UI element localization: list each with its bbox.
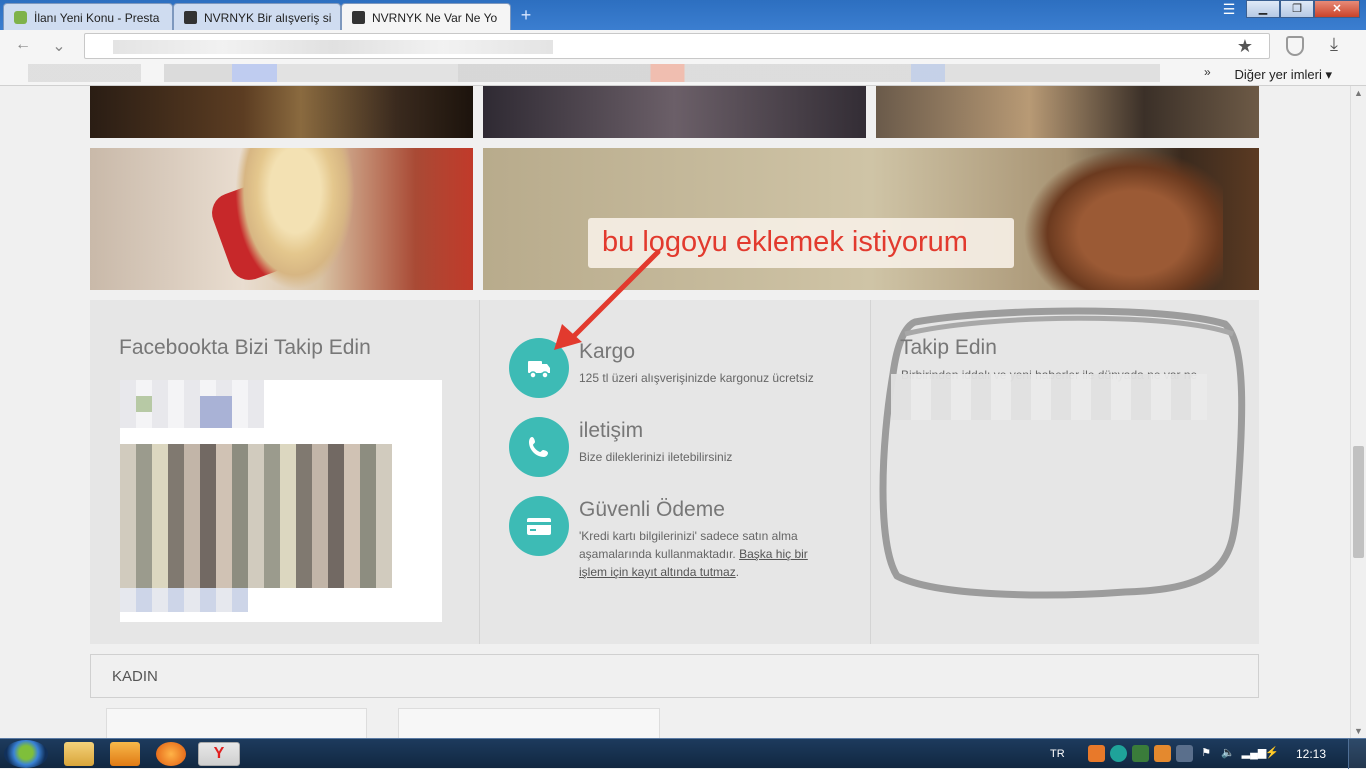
tab-title: İlanı Yeni Konu - Presta [34, 11, 160, 25]
scrollbar-thumb[interactable] [1353, 446, 1364, 558]
tab-presta[interactable]: İlanı Yeni Konu - Presta [3, 3, 173, 30]
show-desktop-button[interactable] [1348, 739, 1366, 769]
facebook-widget[interactable] [120, 380, 442, 622]
app-tray-icon[interactable] [1153, 745, 1171, 762]
banner-image-woman[interactable] [90, 148, 473, 290]
tab-nvrnyk-1[interactable]: NVRNYK Bir alışveriş si [173, 3, 341, 30]
annotation-arrow-icon [554, 249, 661, 350]
credit-card-icon [509, 496, 569, 556]
product-card[interactable] [398, 708, 660, 738]
maximize-button[interactable]: ❐ [1280, 0, 1314, 18]
other-bookmarks-button[interactable]: Diğer yer imleri ▾ [1234, 67, 1332, 83]
bookmarks-bar: » Diğer yer imleri ▾ [0, 62, 1366, 86]
back-icon[interactable]: ← [12, 36, 34, 54]
banner-image[interactable] [876, 86, 1259, 138]
blurred-friends-grid [120, 444, 392, 588]
clock[interactable]: 12:13 [1296, 747, 1326, 761]
minimize-button[interactable]: ▁ [1246, 0, 1280, 18]
feature-text-suffix: . [735, 565, 740, 579]
page-viewport: Facebookta Bizi Takip Edin Kargo 125 tl … [0, 86, 1350, 738]
banner-image[interactable] [483, 86, 866, 138]
features-column: Kargo 125 tl üzeri alışverişinizde kargo… [480, 300, 1246, 644]
close-button[interactable]: ✕ [1314, 0, 1360, 18]
feature-text: Bize dileklerinizi iletebilirsiniz [579, 450, 733, 464]
banner-figure [1023, 148, 1223, 290]
browser-toolbar: ← ⌄ ★ ⤓ [0, 30, 1366, 62]
network-sync-icon[interactable] [1131, 745, 1149, 762]
category-header-kadin[interactable]: KADIN [90, 654, 1259, 698]
banner-figure [235, 148, 355, 290]
yandex-browser-icon[interactable]: Y [198, 742, 240, 766]
windows-taskbar: Y TR ⚑ 🔈 ▂▄▆ ⚡ 12:13 [0, 738, 1366, 769]
system-tray: TR ⚑ 🔈 ▂▄▆ ⚡ [1050, 745, 1281, 762]
address-bar[interactable]: ★ [84, 33, 1270, 59]
power-icon[interactable]: ⚡ [1264, 745, 1281, 762]
facebook-column: Facebookta Bizi Takip Edin [90, 300, 480, 644]
media-player-icon[interactable] [110, 742, 140, 766]
tab-title: NVRNYK Bir alışveriş si [204, 11, 332, 25]
tab-strip: İlanı Yeni Konu - Presta NVRNYK Bir alış… [0, 0, 1366, 30]
nvrnyk-favicon-icon [184, 11, 197, 24]
blurred-pixel [200, 396, 232, 428]
tab-nvrnyk-active[interactable]: NVRNYK Ne Var Ne Yo [341, 3, 511, 30]
nvrnyk-favicon-icon [352, 11, 365, 24]
volume-icon[interactable]: 🔈 [1220, 745, 1237, 762]
xampp-icon[interactable] [1087, 745, 1105, 762]
forward-icon[interactable]: ⌄ [48, 36, 70, 56]
explorer-icon[interactable] [64, 742, 94, 766]
window-controls: ▁ ❐ ✕ [1246, 0, 1360, 18]
feature-text: 125 tl üzeri alışverişinizde kargonuz üc… [579, 371, 814, 385]
blurred-bookmarks [28, 64, 1160, 82]
start-button[interactable] [4, 740, 48, 768]
product-card[interactable] [106, 708, 367, 738]
feature-title: Güvenli Ödeme [579, 498, 725, 521]
app-tray-icon[interactable] [1109, 745, 1127, 762]
shield-icon[interactable] [1286, 36, 1304, 56]
bookmarks-overflow-chevron[interactable]: » [1204, 65, 1211, 79]
blurred-pixel [120, 588, 248, 612]
vertical-scrollbar[interactable]: ▲ ▼ [1350, 86, 1366, 738]
social-column: Takip Edin Birbirinden iddalı ve yeni ha… [871, 300, 1259, 644]
firefox-icon[interactable] [156, 742, 186, 766]
social-title: Takip Edin [900, 336, 997, 359]
menu-icon[interactable]: ☰ [1218, 1, 1240, 17]
footer-info-panel: Facebookta Bizi Takip Edin Kargo 125 tl … [90, 300, 1259, 644]
banner-image[interactable] [90, 86, 473, 138]
bookmark-star-icon[interactable]: ★ [1237, 36, 1253, 57]
phone-icon [509, 417, 569, 477]
download-icon[interactable]: ⤓ [1330, 34, 1338, 55]
flag-icon[interactable]: ⚑ [1198, 745, 1215, 762]
signal-icon[interactable]: ▂▄▆ [1242, 745, 1267, 762]
scroll-down-icon[interactable]: ▼ [1354, 726, 1363, 736]
presta-favicon-icon [14, 11, 27, 24]
blurred-pixel [136, 396, 152, 412]
blurred-social-feed [891, 374, 1207, 420]
feature-text: 'Kredi kartı bilgilerinizi' sadece satın… [579, 527, 839, 581]
usb-icon[interactable] [1175, 745, 1193, 762]
blurred-url [113, 40, 553, 54]
feature-title: iletişim [579, 419, 644, 442]
facebook-title: Facebookta Bizi Takip Edin [119, 336, 371, 359]
new-tab-button[interactable]: + [512, 5, 540, 27]
scroll-up-icon[interactable]: ▲ [1354, 88, 1363, 98]
language-indicator[interactable]: TR [1050, 748, 1065, 760]
tab-title: NVRNYK Ne Var Ne Yo [372, 11, 498, 25]
